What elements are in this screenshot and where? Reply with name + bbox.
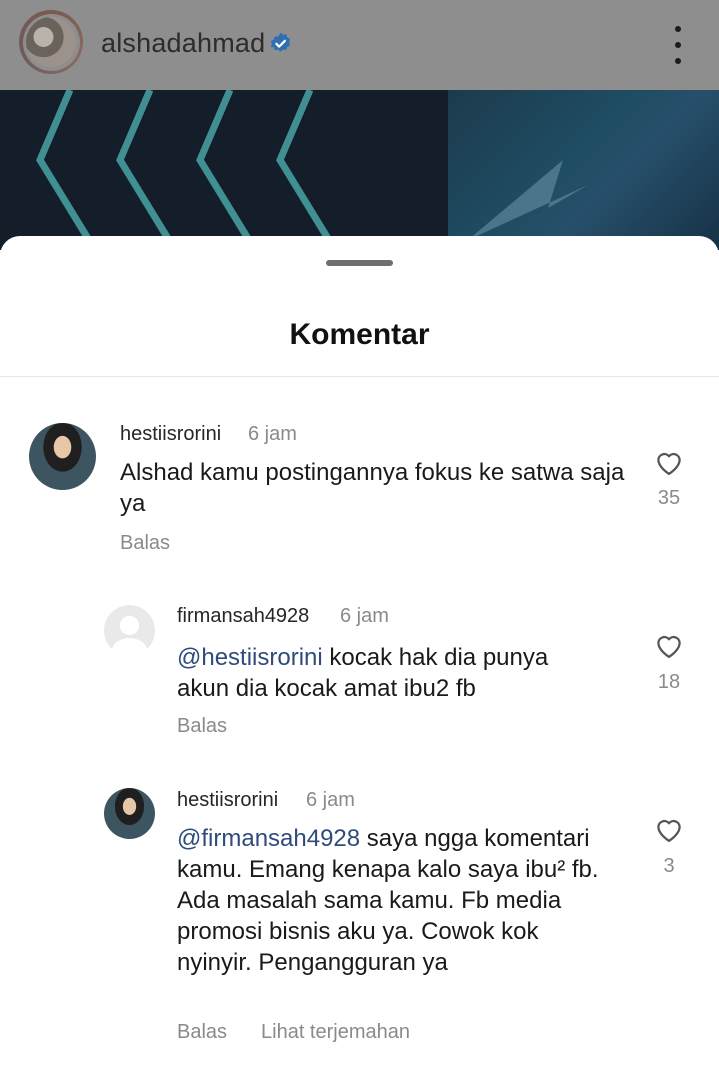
avatar[interactable] [29,423,96,490]
like-count: 35 [657,487,681,509]
chevron-pattern-graphic [36,90,338,250]
heart-icon[interactable] [654,815,684,843]
heart-icon[interactable] [654,631,684,659]
post-image [0,90,719,250]
comment-text: @hestiisrorini kocak hak dia punya akun … [177,642,597,704]
comment-username[interactable]: hestiisrorini [177,789,278,812]
more-vertical-icon[interactable] [668,26,688,64]
default-avatar-body [111,637,148,656]
header-username[interactable]: alshadahmad [101,28,265,59]
see-translation-button[interactable]: Lihat terjemahan [261,1021,410,1044]
sheet-title: Komentar [289,318,430,351]
comment-timestamp: 6 jam [340,605,389,627]
post-header: alshadahmad [0,0,719,90]
comment-timestamp: 6 jam [248,423,297,445]
post-image-right-panel [448,90,719,250]
sheet-drag-handle[interactable] [326,260,393,266]
default-avatar-head [120,616,139,635]
mention-link[interactable]: @firmansah4928 [177,825,360,852]
post-image-left-panel [0,90,448,250]
mention-link[interactable]: @hestiisrorini [177,644,323,671]
like-count: 3 [663,855,675,877]
avatar-image [26,17,76,67]
arrow-graphic [468,160,588,240]
reply-button[interactable]: Balas [177,715,227,738]
avatar[interactable] [104,788,155,839]
verified-badge-icon [270,32,291,52]
sheet-divider [0,376,719,377]
comment-body: Alshad kamu postingannya fokus ke satwa … [120,459,625,517]
like-count: 18 [657,671,681,693]
reply-button[interactable]: Balas [177,1021,227,1044]
reply-button[interactable]: Balas [120,532,170,555]
heart-icon[interactable] [654,448,684,476]
avatar[interactable] [104,605,155,656]
comment-username[interactable]: hestiisrorini [120,423,221,446]
profile-avatar[interactable] [19,10,83,74]
avatar-ring-inner [22,13,80,71]
comment-timestamp: 6 jam [306,789,355,811]
comment-username[interactable]: firmansah4928 [177,605,309,628]
comment-text: @firmansah4928 saya ngga komentari kamu.… [177,823,617,978]
comment-text: Alshad kamu postingannya fokus ke satwa … [120,457,630,519]
